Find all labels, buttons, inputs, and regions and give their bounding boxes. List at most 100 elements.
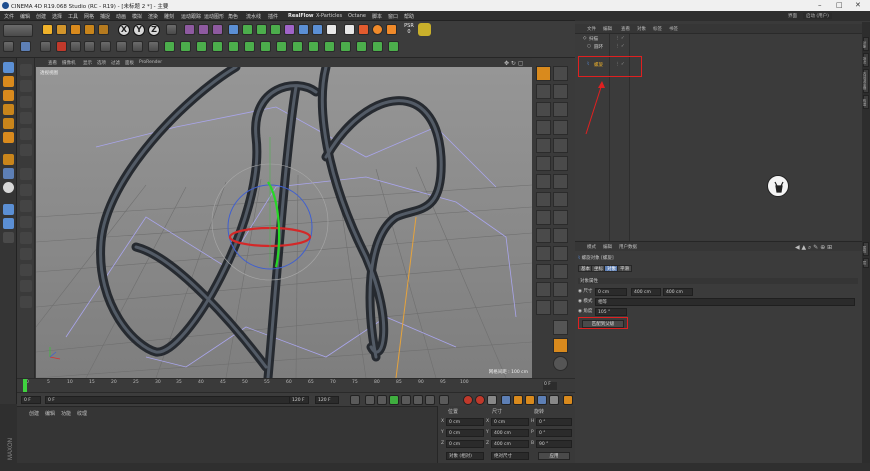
tool-mirror-icon[interactable] [536,138,551,153]
position-z-field[interactable]: 0 cm [446,440,484,448]
om-menu-view[interactable]: 查看 [621,26,630,32]
workplane-mode-icon[interactable] [3,168,14,179]
tool-displacer-icon[interactable] [536,300,551,315]
recent-tool-icon[interactable] [98,24,109,35]
array-icon[interactable] [270,24,281,35]
polygons-mode-icon[interactable] [3,132,14,143]
layout-select[interactable]: 启动 (用户) [803,13,832,19]
film-icon[interactable] [563,395,573,405]
tool-wind-icon[interactable] [553,192,568,207]
menu-plugins[interactable]: 插件 [268,13,278,20]
mograph-formula-icon[interactable] [228,41,239,52]
rotate-icon[interactable] [84,24,95,35]
mograph-reeffector-icon[interactable] [292,41,303,52]
perspective-viewport[interactable]: 透视视图 网格间距 : 100 cm [36,67,532,378]
points-mode-icon[interactable] [3,104,14,115]
paint-icon[interactable] [3,232,14,243]
viewport-menu-options[interactable]: 选项 [97,60,106,66]
mograph-fracture-icon[interactable] [132,41,143,52]
menu-simulate[interactable]: 模拟 [132,13,142,20]
menu-snap[interactable]: 捕捉 [100,13,110,20]
om-menu-bookmarks[interactable]: 书签 [669,26,678,32]
viewport-menu-camera[interactable]: 摄像机 [62,60,76,66]
position-y-field[interactable]: 0 cm [446,429,484,437]
mograph-target-icon[interactable] [356,41,367,52]
tool-smoothing-icon[interactable] [553,264,568,279]
position-x-field[interactable]: 0 cm [446,418,484,426]
am-menu-mode[interactable]: 模式 [587,244,596,250]
rotation-b-field[interactable]: 90 ° [536,440,572,448]
key-rotation-icon[interactable] [525,395,535,405]
menu-script[interactable]: 脚本 [372,13,382,20]
max-frame-field[interactable]: 120 F [289,396,309,404]
size-x-field[interactable]: 0 cm [595,288,627,296]
tool-wrap-icon[interactable] [553,246,568,261]
tool-push-icon[interactable] [553,102,568,117]
menu-file[interactable]: 文件 [4,13,14,20]
clone-tool-icon[interactable] [20,296,32,308]
array-tool-icon[interactable] [20,280,32,292]
workplane-icon[interactable] [70,41,81,52]
mograph-effector-icon[interactable] [164,41,175,52]
tool-comb-icon[interactable] [536,84,551,99]
brush-tool-icon[interactable] [20,80,32,92]
subdivision-icon[interactable] [256,24,267,35]
menu-mograph[interactable]: 运动图形 [204,13,224,20]
move-icon[interactable] [56,24,67,35]
maximize-icon[interactable]: □ [836,1,843,9]
prev-key-icon[interactable] [365,395,375,405]
mograph-spline-icon[interactable] [324,41,335,52]
mograph-delay-icon[interactable] [212,41,223,52]
tool-spline-icon[interactable] [553,120,568,135]
menu-render[interactable]: 渲染 [148,13,158,20]
tab-attributes[interactable]: 属性 [863,242,869,256]
menu-sculpt[interactable]: 雕刻 [164,13,174,20]
visibility-icon[interactable]: ⋮ ✓ [615,44,625,49]
solo-icon[interactable] [3,182,14,193]
mode-select[interactable]: 相等 [595,298,855,306]
polygon-select-icon[interactable] [100,41,111,52]
tab-smooth[interactable]: 平滑 [617,265,632,272]
snap-icon[interactable] [40,41,51,52]
min-frame-field[interactable]: 0 F [45,396,309,404]
timeline[interactable]: 0 5 10 15 20 25 30 35 40 45 50 55 60 65 … [17,378,575,393]
minimize-icon[interactable]: – [818,1,822,9]
tab-structure[interactable]: 构造 [863,95,869,109]
menu-xparticles[interactable]: X-Particles [316,13,342,19]
mograph-time-icon[interactable] [372,41,383,52]
tool-cut-icon[interactable] [553,84,568,99]
tool-set-icon[interactable] [536,120,551,135]
tab-layers[interactable]: 层 [863,258,869,268]
mograph-random-icon[interactable] [180,41,191,52]
xp-system-icon[interactable] [358,24,369,35]
coord-mode-select[interactable]: 对象 (相对) [446,452,484,460]
snap-toggle-icon[interactable] [56,41,67,52]
rotation-p-field[interactable]: 0 ° [536,429,572,437]
render-picture-viewer-icon[interactable] [198,24,209,35]
tool-ffd-icon[interactable] [536,246,551,261]
tab-objects[interactable]: 对象 [863,37,869,51]
camera-icon[interactable] [312,24,323,35]
floor-icon[interactable] [298,24,309,35]
om-menu-object[interactable]: 对象 [637,26,646,32]
mograph-shader-icon[interactable] [196,41,207,52]
mograph-step-icon[interactable] [340,41,351,52]
menu-edit[interactable]: 编辑 [20,13,30,20]
quantize-icon[interactable] [3,204,14,215]
gear-icon[interactable] [553,356,568,371]
menu-animate[interactable]: 动画 [116,13,126,20]
viewport-menu-panel[interactable]: 面板 [125,60,134,66]
deformer-icon[interactable] [284,24,295,35]
tool-jiggle-icon[interactable] [536,282,551,297]
tab-content-browser[interactable]: 内容浏览器 [863,69,869,93]
bridge-tool-icon[interactable] [20,184,32,196]
mirror-tool-icon[interactable] [20,264,32,276]
bevel-tool-icon[interactable] [20,144,32,156]
layer-icon[interactable] [3,218,14,229]
tool-bend-icon[interactable] [536,156,551,171]
menu-select[interactable]: 选择 [52,13,62,20]
extrude-tool-icon[interactable] [20,168,32,180]
key-position-icon[interactable] [501,395,511,405]
material-menu-texture[interactable]: 纹理 [77,410,87,417]
tool-explode-icon[interactable] [536,210,551,225]
